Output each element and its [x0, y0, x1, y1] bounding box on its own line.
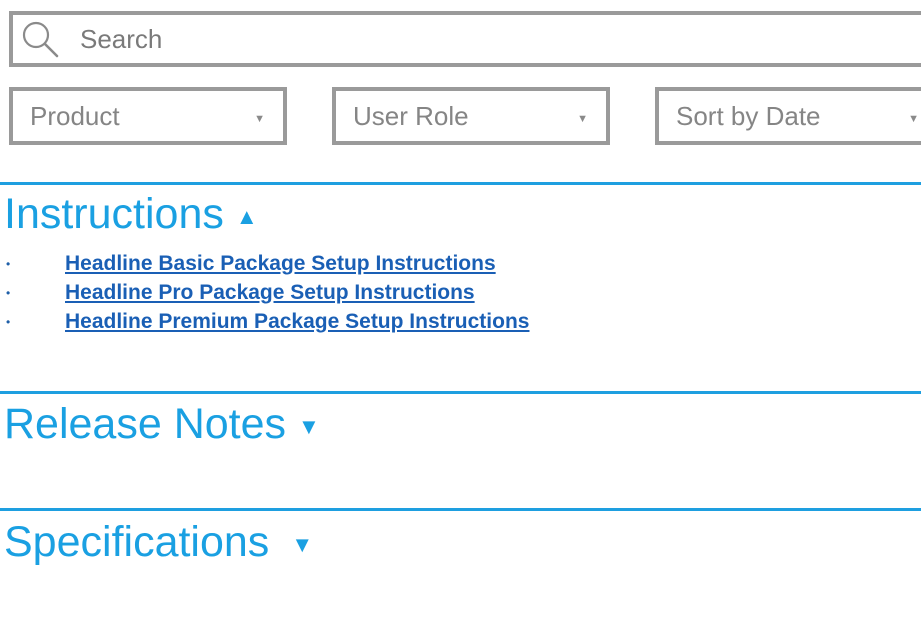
user-role-dropdown-label: User Role: [353, 100, 469, 131]
sort-dropdown-label: Sort by Date: [676, 100, 821, 131]
sort-dropdown[interactable]: Sort by Date ▼: [655, 87, 921, 145]
user-role-dropdown[interactable]: User Role ▼: [332, 87, 610, 145]
search-icon: [22, 21, 59, 58]
specifications-title: Specifications: [4, 518, 270, 566]
instructions-section-header[interactable]: Instructions ▲: [4, 190, 258, 239]
list-item: • Headline Premium Package Setup Instruc…: [0, 307, 529, 336]
product-dropdown-label: Product: [30, 100, 120, 131]
chevron-down-icon: ▼: [908, 113, 919, 125]
list-item: • Headline Pro Package Setup Instruction…: [0, 278, 529, 307]
bullet-icon: •: [6, 257, 11, 271]
expand-down-icon[interactable]: ▼: [291, 532, 313, 558]
premium-package-setup-link[interactable]: Headline Premium Package Setup Instructi…: [65, 310, 529, 334]
release-notes-section-header[interactable]: Release Notes ▼: [4, 400, 320, 449]
expand-down-icon[interactable]: ▼: [298, 414, 320, 440]
bullet-icon: •: [6, 315, 11, 329]
bullet-icon: •: [6, 286, 11, 300]
collapse-up-icon[interactable]: ▲: [236, 204, 258, 230]
section-divider: [0, 182, 921, 185]
section-divider: [0, 508, 921, 511]
list-item: • Headline Basic Package Setup Instructi…: [0, 249, 529, 278]
search-placeholder: Search: [80, 23, 163, 54]
chevron-down-icon: ▼: [254, 113, 265, 125]
chevron-down-icon: ▼: [577, 113, 588, 125]
product-dropdown[interactable]: Product ▼: [9, 87, 287, 145]
search-input[interactable]: Search: [9, 11, 921, 67]
specifications-section-header[interactable]: Specifications ▼: [4, 518, 313, 567]
section-divider: [0, 391, 921, 394]
release-notes-title: Release Notes: [4, 400, 287, 448]
page: Search Product ▼ User Role ▼ Sort by Dat…: [0, 0, 921, 626]
instructions-link-list: • Headline Basic Package Setup Instructi…: [0, 249, 529, 336]
pro-package-setup-link[interactable]: Headline Pro Package Setup Instructions: [65, 281, 475, 305]
instructions-title: Instructions: [4, 190, 224, 238]
basic-package-setup-link[interactable]: Headline Basic Package Setup Instruction…: [65, 252, 496, 276]
